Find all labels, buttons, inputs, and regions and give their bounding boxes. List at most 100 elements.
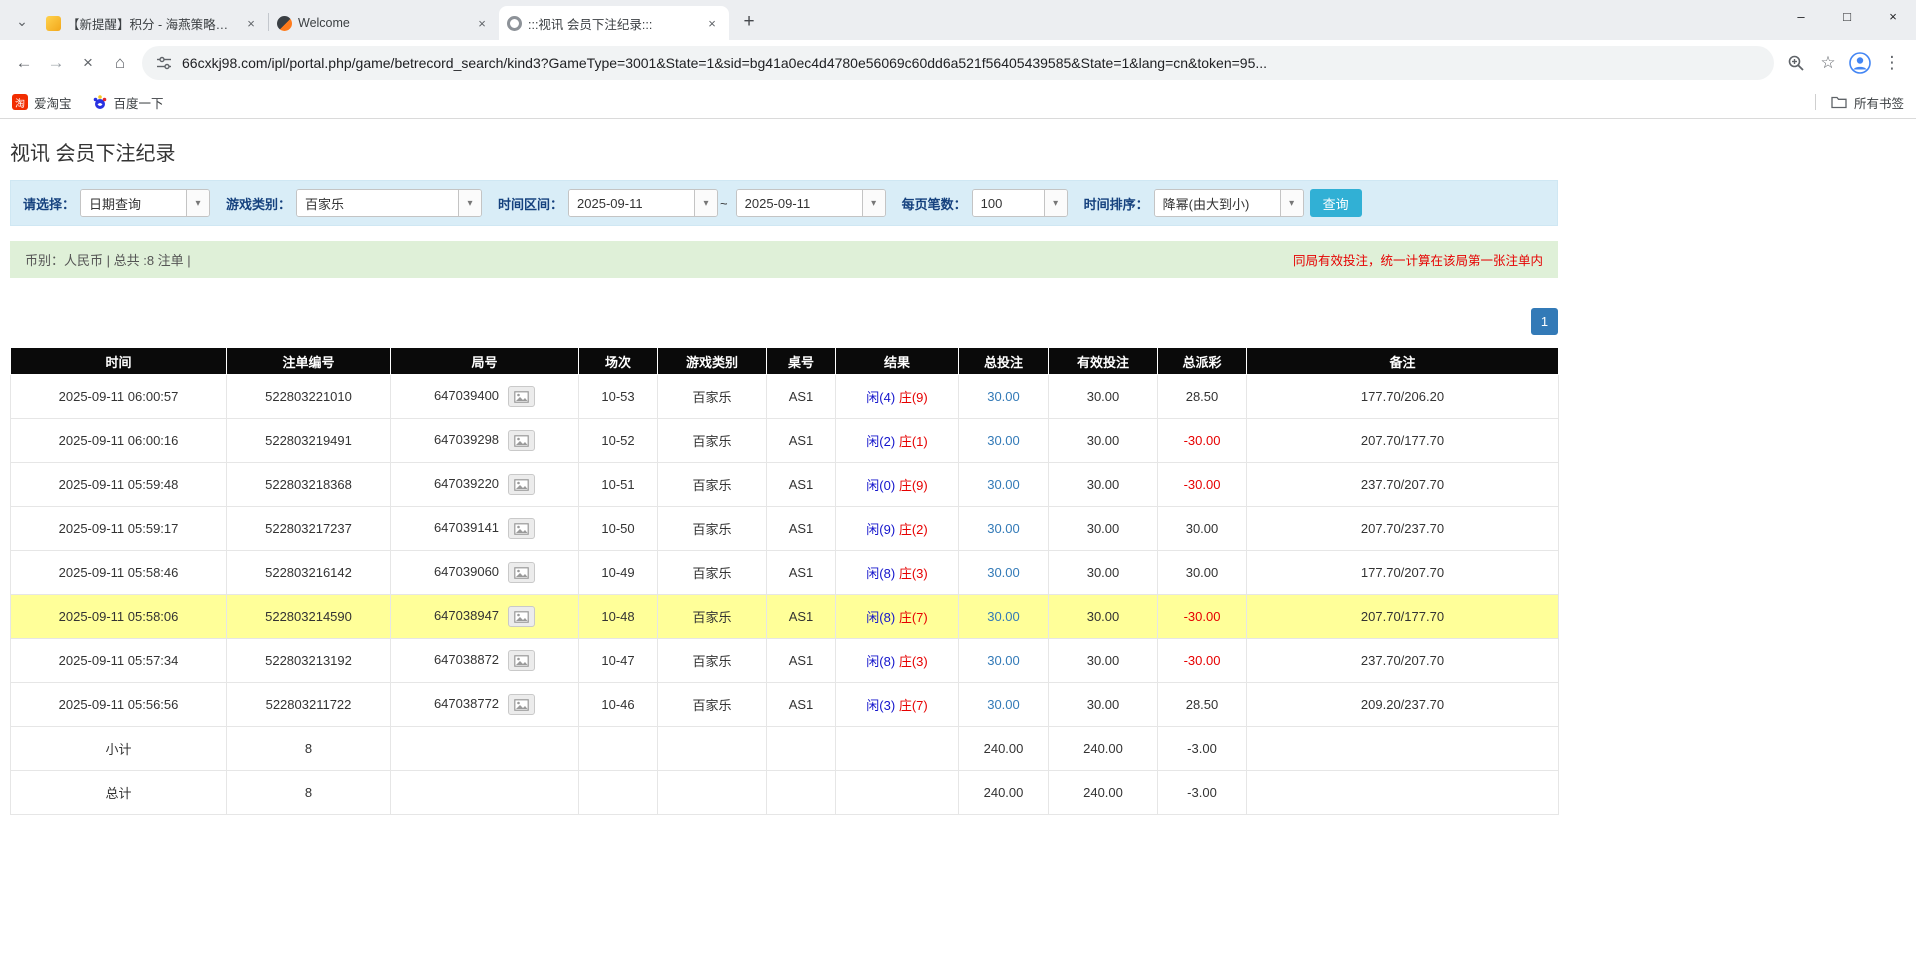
result-image-button[interactable] [508, 606, 535, 627]
cell-total-bet: 30.00 [959, 419, 1049, 463]
bookmark-star-icon[interactable]: ☆ [1812, 47, 1844, 79]
result-image-button[interactable] [508, 694, 535, 715]
cell-time: 2025-09-11 05:57:34 [11, 639, 227, 683]
result-image-button[interactable] [508, 650, 535, 671]
chevron-down-icon[interactable]: ▾ [862, 190, 885, 216]
chevron-down-icon[interactable]: ▾ [694, 190, 717, 216]
stop-loading-button[interactable]: × [72, 47, 104, 79]
bookmark-taobao[interactable]: 淘 爱淘宝 [12, 93, 72, 112]
minimize-button[interactable]: – [1778, 0, 1824, 32]
close-tab-icon[interactable]: × [473, 14, 491, 32]
total-bet-link[interactable]: 30.00 [987, 521, 1020, 536]
total-bet-link[interactable]: 30.00 [987, 697, 1020, 712]
total-bet-link[interactable]: 30.00 [987, 653, 1020, 668]
time-sort-input[interactable] [1155, 190, 1280, 216]
cell-payout: -30.00 [1158, 463, 1247, 507]
cell-valid-bet: 30.00 [1049, 551, 1158, 595]
col-result: 结果 [836, 348, 959, 375]
site-settings-icon[interactable] [156, 55, 172, 71]
total-bet-link[interactable]: 30.00 [987, 565, 1020, 580]
cell-bet-id: 522803217237 [227, 507, 391, 551]
page-number-button[interactable]: 1 [1531, 308, 1558, 335]
close-window-button[interactable]: × [1870, 0, 1916, 32]
close-tab-icon[interactable]: × [242, 14, 260, 32]
result-banker: 庄(9) [899, 478, 928, 493]
result-image-button[interactable] [508, 518, 535, 539]
query-type-input[interactable] [81, 190, 186, 216]
table-row: 2025-09-11 05:58:46522803216142647039060… [11, 551, 1559, 595]
bookmark-baidu[interactable]: 百度一下 [92, 93, 164, 112]
cell-round: 647039141 [391, 507, 579, 551]
result-image-button[interactable] [508, 562, 535, 583]
new-tab-button[interactable]: + [735, 8, 763, 36]
profile-avatar-icon[interactable] [1844, 47, 1876, 79]
chevron-down-icon[interactable]: ▾ [458, 190, 481, 216]
close-tab-icon[interactable]: × [703, 14, 721, 32]
total-count: 8 [227, 771, 391, 815]
date-from-input[interactable] [569, 190, 694, 216]
tab-bet-records[interactable]: :::视讯 会员下注纪录::: × [499, 6, 729, 40]
search-button[interactable]: 查询 [1310, 189, 1362, 217]
chevron-down-icon[interactable]: ▾ [186, 190, 209, 216]
zoom-icon[interactable] [1780, 47, 1812, 79]
all-bookmarks[interactable]: 所有书签 [1815, 93, 1904, 112]
cell-table-no: AS1 [767, 639, 836, 683]
cell-result: 闲(8) 庄(3) [836, 551, 959, 595]
result-player: 闲(8) [866, 654, 895, 669]
cell-result: 闲(8) 庄(7) [836, 595, 959, 639]
table-row: 2025-09-11 06:00:16522803219491647039298… [11, 419, 1559, 463]
cell-game-type: 百家乐 [658, 683, 767, 727]
result-image-button[interactable] [508, 386, 535, 407]
maximize-button[interactable]: □ [1824, 0, 1870, 32]
cell-total-bet: 30.00 [959, 375, 1049, 419]
result-image-button[interactable] [508, 430, 535, 451]
home-button[interactable]: ⌂ [104, 47, 136, 79]
game-type-input[interactable] [297, 190, 458, 216]
result-image-button[interactable] [508, 474, 535, 495]
cell-total-bet: 30.00 [959, 551, 1049, 595]
cell-session: 10-49 [579, 551, 658, 595]
cell-table-no: AS1 [767, 507, 836, 551]
forward-button[interactable]: → [40, 47, 72, 79]
menu-icon[interactable]: ⋮ [1876, 47, 1908, 79]
query-type-combobox[interactable]: ▾ [80, 189, 210, 217]
cell-bet-id: 522803214590 [227, 595, 391, 639]
tab-bar: ⌄ 【新提醒】积分 - 海燕策略论坛 × Welcome × :::视讯 会员下… [0, 0, 1916, 40]
game-type-combobox[interactable]: ▾ [296, 189, 482, 217]
per-page-input[interactable] [973, 190, 1044, 216]
total-bet-link[interactable]: 30.00 [987, 433, 1020, 448]
cell-table-no: AS1 [767, 419, 836, 463]
total-bet-link[interactable]: 30.00 [987, 609, 1020, 624]
cell-game-type: 百家乐 [658, 375, 767, 419]
cell-result: 闲(2) 庄(1) [836, 419, 959, 463]
col-game-type: 游戏类别 [658, 348, 767, 375]
chevron-down-icon[interactable]: ▾ [1280, 190, 1303, 216]
cell-round: 647038947 [391, 595, 579, 639]
table-row: 2025-09-11 05:59:17522803217237647039141… [11, 507, 1559, 551]
tab-forum[interactable]: 【新提醒】积分 - 海燕策略论坛 × [38, 6, 268, 40]
total-bet-link[interactable]: 30.00 [987, 477, 1020, 492]
total-bet-link[interactable]: 30.00 [987, 389, 1020, 404]
col-note: 备注 [1247, 348, 1559, 375]
total-valid-bet: 240.00 [1049, 771, 1158, 815]
chevron-down-icon[interactable]: ▾ [1044, 190, 1067, 216]
date-to-input[interactable] [737, 190, 862, 216]
address-bar[interactable]: 66cxkj98.com/ipl/portal.php/game/betreco… [142, 46, 1774, 80]
per-page-combobox[interactable]: ▾ [972, 189, 1068, 217]
cell-bet-id: 522803218368 [227, 463, 391, 507]
cell-session: 10-52 [579, 419, 658, 463]
round-number: 647039298 [434, 432, 499, 447]
date-to-combobox[interactable]: ▾ [736, 189, 886, 217]
result-player: 闲(4) [866, 390, 895, 405]
date-from-combobox[interactable]: ▾ [568, 189, 718, 217]
url-text[interactable]: 66cxkj98.com/ipl/portal.php/game/betreco… [182, 55, 1267, 71]
cell-note: 177.70/206.20 [1247, 375, 1559, 419]
time-sort-combobox[interactable]: ▾ [1154, 189, 1304, 217]
result-banker: 庄(1) [899, 434, 928, 449]
back-button[interactable]: ← [8, 47, 40, 79]
cell-payout: -30.00 [1158, 595, 1247, 639]
tab-search-icon[interactable]: ⌄ [8, 7, 36, 35]
subtotal-label: 小计 [11, 727, 227, 771]
cell-payout: -30.00 [1158, 419, 1247, 463]
tab-welcome[interactable]: Welcome × [269, 6, 499, 40]
